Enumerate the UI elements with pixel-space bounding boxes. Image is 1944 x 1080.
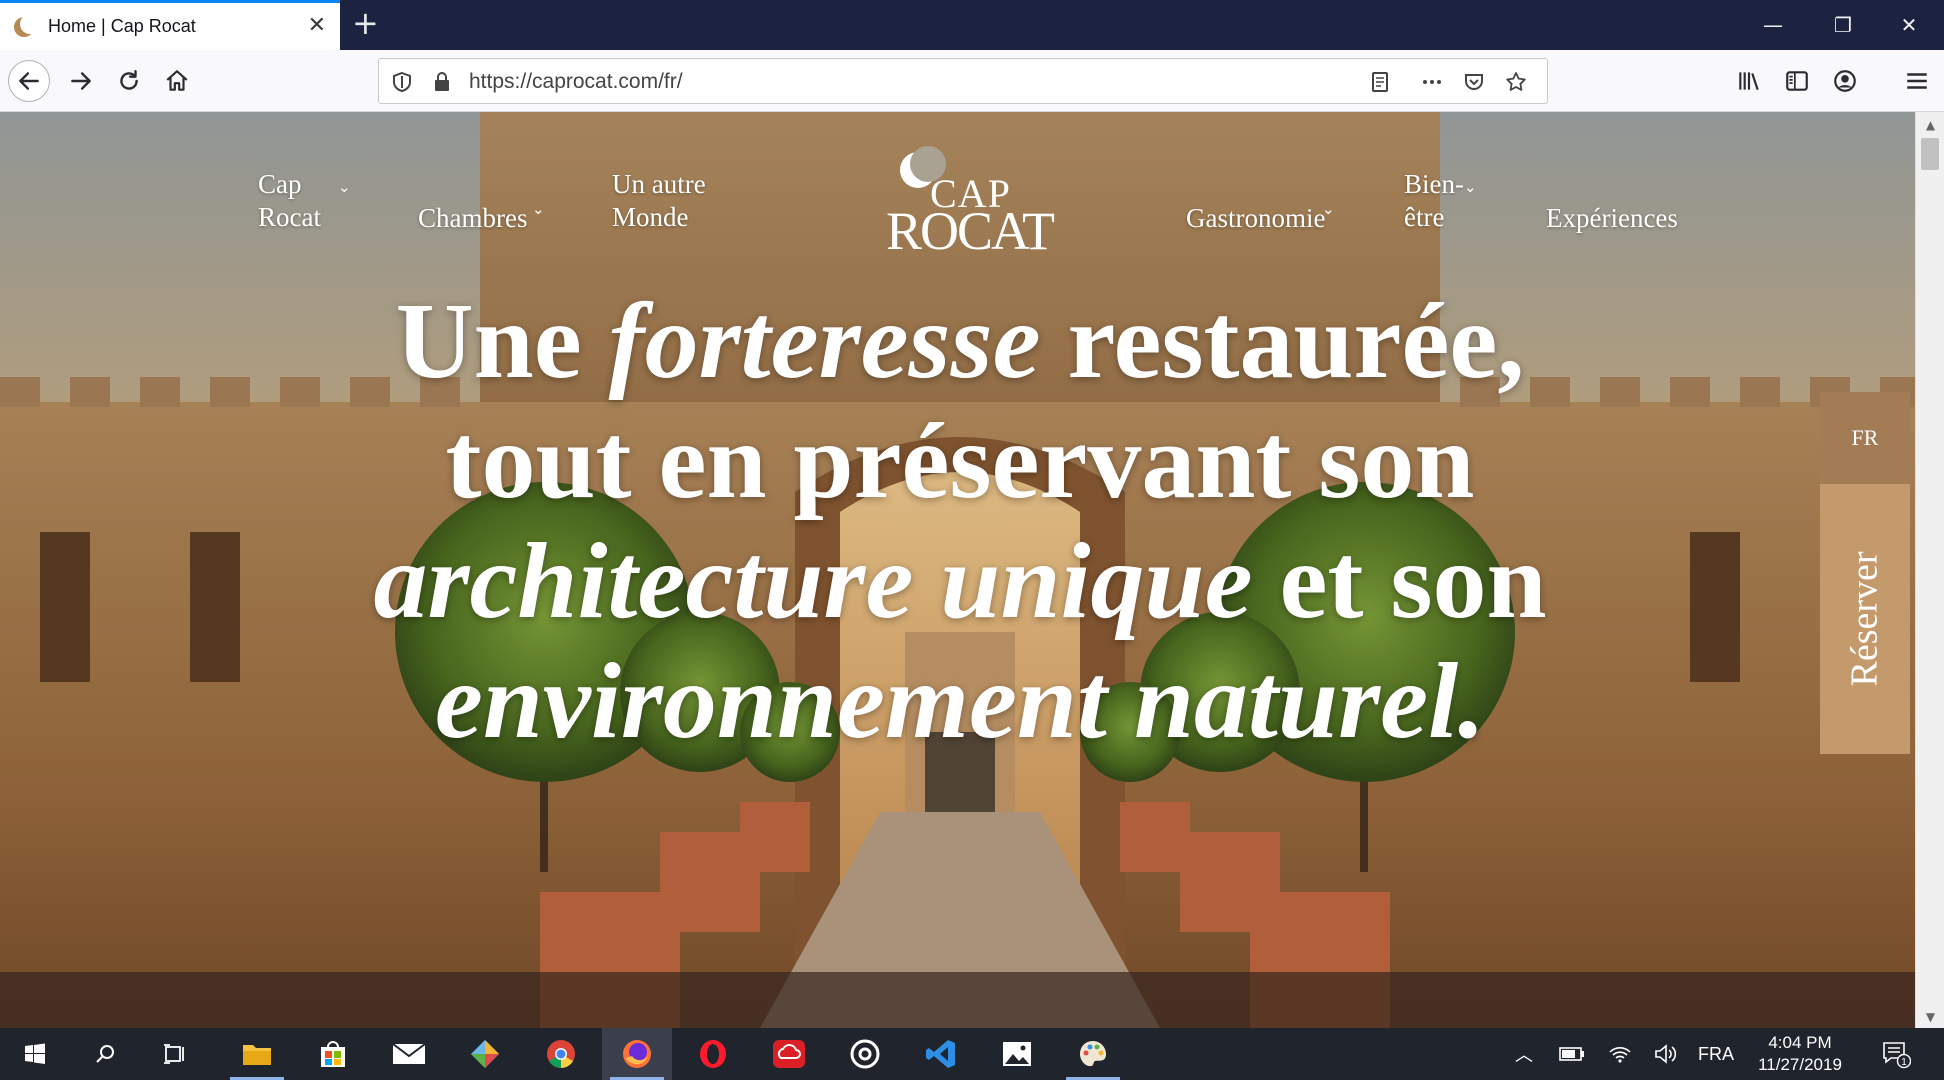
pocket-icon[interactable] bbox=[1461, 69, 1487, 95]
headline-italic-part: forteresse bbox=[608, 282, 1041, 401]
language-switch-button[interactable]: FR bbox=[1820, 392, 1910, 484]
headline-italic-part: environnement naturel. bbox=[434, 642, 1486, 761]
reload-icon bbox=[120, 70, 138, 90]
back-button[interactable] bbox=[8, 60, 50, 102]
media-icon[interactable] bbox=[830, 1028, 900, 1080]
menu-button[interactable] bbox=[1896, 60, 1938, 102]
clock-date: 11/27/2019 bbox=[1758, 1055, 1842, 1074]
opera-icon[interactable] bbox=[678, 1028, 748, 1080]
chevron-down-icon[interactable]: ⌄ bbox=[532, 200, 545, 218]
windows-taskbar: ︿ FRA 4:04 PM 11/27/2019 1 bbox=[0, 1028, 1944, 1080]
cap-rocat-logo[interactable]: CAP ROCAT bbox=[880, 146, 1055, 262]
chrome-icon[interactable] bbox=[526, 1028, 596, 1080]
sidebar-button[interactable] bbox=[1776, 60, 1818, 102]
hamburger-menu-icon bbox=[1907, 73, 1927, 89]
book-label: Réserver bbox=[1844, 551, 1887, 687]
vscode-icon[interactable] bbox=[906, 1028, 976, 1080]
headline-part: Une bbox=[395, 282, 609, 401]
new-tab-button[interactable]: + bbox=[352, 7, 379, 39]
headline-italic-part: architecture unique bbox=[373, 522, 1253, 641]
nav-experiences[interactable]: Expériences bbox=[1546, 202, 1678, 235]
chevron-down-icon[interactable]: ⌄ bbox=[338, 178, 351, 196]
home-icon bbox=[166, 70, 188, 91]
address-bar[interactable]: https://caprocat.com/fr/ bbox=[378, 58, 1548, 104]
account-button[interactable] bbox=[1824, 60, 1866, 102]
nav-un-autre-monde[interactable]: Un autre Monde bbox=[612, 168, 722, 234]
library-button[interactable] bbox=[1728, 60, 1770, 102]
forward-arrow-icon bbox=[71, 72, 91, 90]
forward-button[interactable] bbox=[60, 60, 102, 102]
show-hidden-icons-chevron-icon[interactable]: ︿ bbox=[1506, 1028, 1542, 1080]
chevron-down-icon[interactable]: ⌄ bbox=[1464, 178, 1477, 196]
scroll-down-icon[interactable]: ▼ bbox=[1916, 1010, 1944, 1024]
tracking-protection-icon[interactable] bbox=[389, 69, 415, 95]
scroll-up-icon[interactable]: ▲ bbox=[1916, 118, 1944, 132]
battery-icon[interactable] bbox=[1552, 1028, 1592, 1080]
browser-toolbar: https://caprocat.com/fr/ bbox=[0, 50, 1944, 112]
creative-cloud-icon[interactable] bbox=[754, 1028, 824, 1080]
tab-close-icon[interactable]: ✕ bbox=[308, 15, 326, 37]
notification-center-icon[interactable]: 1 bbox=[1866, 1028, 1926, 1080]
chevron-down-icon[interactable]: ⌄ bbox=[1322, 200, 1335, 218]
start-icon[interactable] bbox=[0, 1028, 70, 1080]
back-arrow-icon bbox=[19, 72, 39, 90]
tab-title: Home | Cap Rocat bbox=[48, 16, 196, 36]
store-icon[interactable] bbox=[298, 1028, 368, 1080]
account-icon bbox=[1834, 70, 1856, 92]
nav-chambres[interactable]: Chambres bbox=[418, 202, 527, 235]
file-explorer-icon[interactable] bbox=[222, 1028, 292, 1080]
bookmark-star-icon[interactable] bbox=[1503, 69, 1529, 95]
firefox-icon[interactable] bbox=[602, 1028, 672, 1080]
app-icon[interactable] bbox=[450, 1028, 520, 1080]
task-view-icon[interactable] bbox=[140, 1028, 210, 1080]
headline-part: et son bbox=[1252, 522, 1547, 641]
browser-tab-bar: Home | Cap Rocat ✕ + — ❐ ✕ bbox=[0, 0, 1944, 50]
home-button[interactable] bbox=[156, 60, 198, 102]
restore-icon[interactable]: ❐ bbox=[1808, 0, 1878, 50]
browser-tab-active[interactable]: Home | Cap Rocat ✕ bbox=[0, 0, 340, 50]
page-viewport: Cap Rocat ⌄ Chambres ⌄ Un autre Monde CA… bbox=[0, 112, 1944, 1028]
reader-view-icon[interactable] bbox=[1367, 69, 1393, 95]
photos-icon[interactable] bbox=[982, 1028, 1052, 1080]
nav-bien-etre[interactable]: Bien-être bbox=[1404, 168, 1464, 234]
scrollbar-thumb[interactable] bbox=[1921, 138, 1939, 170]
minimize-icon[interactable]: — bbox=[1738, 0, 1808, 50]
library-icon bbox=[1739, 72, 1759, 91]
notification-count: 1 bbox=[1901, 1057, 1907, 1068]
paint-icon[interactable] bbox=[1058, 1028, 1128, 1080]
sidebar-icon bbox=[1786, 71, 1808, 91]
lock-icon[interactable] bbox=[429, 69, 455, 95]
search-icon[interactable] bbox=[70, 1028, 140, 1080]
wifi-icon[interactable] bbox=[1600, 1028, 1640, 1080]
page-scrollbar[interactable]: ▲ ▼ bbox=[1915, 112, 1944, 1028]
mail-icon[interactable] bbox=[374, 1028, 444, 1080]
close-icon[interactable]: ✕ bbox=[1874, 0, 1944, 50]
cap-rocat-favicon-icon bbox=[14, 13, 40, 38]
reload-button[interactable] bbox=[108, 60, 150, 102]
logo-line-2: ROCAT bbox=[886, 201, 1055, 261]
book-button[interactable]: Réserver bbox=[1820, 484, 1910, 754]
system-clock[interactable]: 4:04 PM 11/27/2019 bbox=[1740, 1032, 1860, 1076]
volume-icon[interactable] bbox=[1646, 1028, 1686, 1080]
nav-cap-rocat[interactable]: Cap Rocat bbox=[258, 168, 348, 234]
nav-gastronomie[interactable]: Gastronomie bbox=[1186, 202, 1325, 235]
clock-time: 4:04 PM bbox=[1768, 1033, 1832, 1052]
input-language-indicator[interactable]: FRA bbox=[1694, 1028, 1738, 1080]
page-actions-icon[interactable] bbox=[1419, 69, 1445, 95]
hero-headline: Une forteresse restaurée, tout en préser… bbox=[290, 282, 1630, 762]
url-text[interactable]: https://caprocat.com/fr/ bbox=[469, 70, 683, 94]
